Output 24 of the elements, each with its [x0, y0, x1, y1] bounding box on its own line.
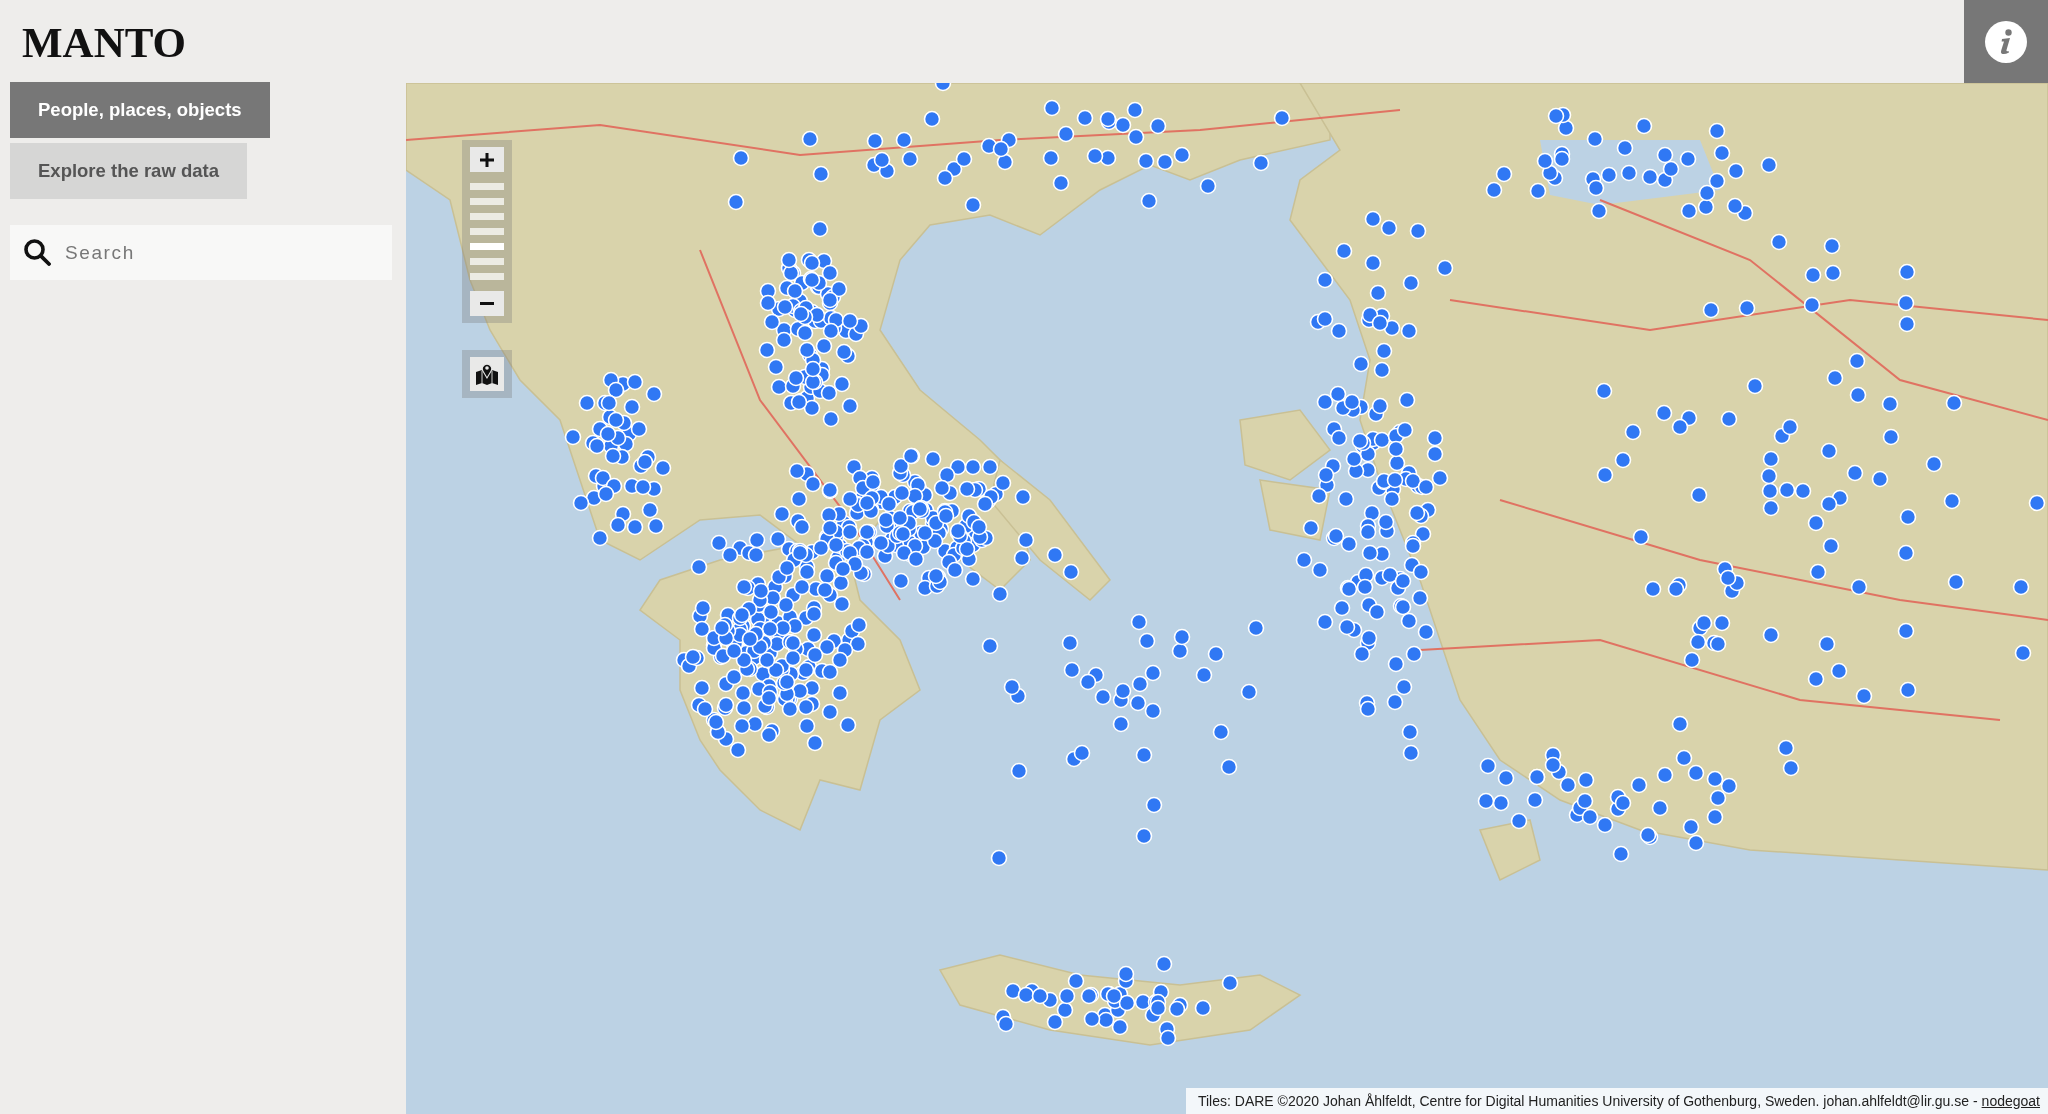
zoom-slider-thumb[interactable] — [470, 243, 504, 250]
marker-series[interactable] — [564, 83, 2046, 1047]
sidebar-tab[interactable]: Explore the raw data — [10, 143, 247, 199]
zoom-in-icon — [480, 152, 494, 167]
zoom-slider-tick[interactable] — [470, 183, 504, 190]
zoom-out-icon — [480, 302, 494, 305]
info-icon — [1985, 20, 2027, 63]
map-pin-icon — [475, 362, 499, 386]
nodegoat-link[interactable]: nodegoat — [1981, 1093, 2040, 1109]
info-button[interactable] — [1964, 0, 2048, 83]
zoom-slider-tick[interactable] — [470, 198, 504, 205]
zoom-slider-tick[interactable] — [470, 213, 504, 220]
search-icon — [23, 238, 51, 266]
zoom-slider-tick[interactable] — [470, 273, 504, 280]
attribution-text: Tiles: DARE ©2020 Johan Åhlfeldt, Centre for Digital Humanities University of Gothenburg, Sweden. johan.ahlfeldt@lir.gu.se - nodegoat — [1197, 1093, 2040, 1109]
manto-logo[interactable]: MANTO — [22, 21, 187, 64]
zoom-slider[interactable] — [470, 180, 504, 283]
search-field[interactable]: Search — [10, 225, 392, 280]
sidebar-tab[interactable]: People, places, objects — [10, 82, 270, 138]
zoom-slider-tick[interactable] — [470, 258, 504, 265]
map-layers-button[interactable] — [470, 357, 504, 391]
zoom-slider-tick[interactable] — [470, 228, 504, 235]
zoom-out-button[interactable] — [470, 291, 504, 316]
zoom-in-button[interactable] — [470, 147, 504, 172]
